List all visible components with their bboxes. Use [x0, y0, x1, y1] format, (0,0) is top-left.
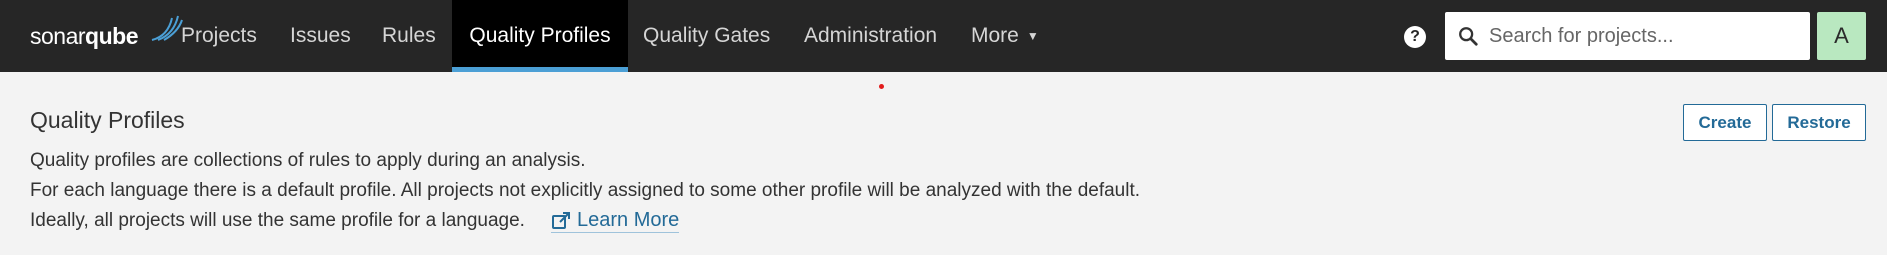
page-title: Quality Profiles — [30, 107, 185, 133]
restore-button[interactable]: Restore — [1772, 104, 1866, 141]
nav-issues[interactable]: Issues — [290, 0, 354, 72]
search-icon — [1459, 27, 1478, 46]
create-button[interactable]: Create — [1683, 104, 1767, 141]
cursor-indicator-dot — [879, 84, 884, 89]
description-line-3: Ideally, all projects will use the same … — [30, 210, 525, 231]
nav-more-dropdown[interactable]: More ▼ — [971, 0, 1041, 72]
sonar-waves-icon — [151, 15, 183, 41]
logo-text-regular: sonar — [30, 22, 86, 49]
nav-rules-label: Rules — [382, 24, 436, 47]
help-icon[interactable]: ? — [1404, 26, 1426, 48]
external-link-icon — [552, 211, 570, 229]
description-line-1: Quality profiles are collections of rule… — [30, 150, 586, 171]
nav-quality-gates[interactable]: Quality Gates — [643, 0, 775, 72]
nav-quality-profiles[interactable]: Quality Profiles — [452, 0, 628, 72]
user-avatar[interactable]: A — [1817, 12, 1866, 60]
nav-projects[interactable]: Projects — [181, 0, 261, 72]
description-line-2: For each language there is a default pro… — [30, 180, 1141, 201]
logo-text-bold: qube — [85, 22, 138, 49]
nav-rules[interactable]: Rules — [382, 0, 438, 72]
learn-more-label: Learn More — [577, 209, 680, 231]
nav-administration[interactable]: Administration — [804, 0, 948, 72]
sonarqube-logo[interactable]: sonar qube — [30, 15, 183, 56]
nav-quality-profiles-label: Quality Profiles — [469, 24, 611, 47]
nav-quality-gates-label: Quality Gates — [643, 24, 771, 47]
caret-down-icon: ▼ — [1026, 29, 1039, 43]
search-box — [1445, 12, 1810, 60]
nav-administration-label: Administration — [804, 24, 938, 47]
top-navbar: sonar qube Projects Issues Rules Quality … — [0, 0, 1887, 72]
nav-more-label: More — [971, 24, 1019, 47]
nav-projects-label: Projects — [181, 24, 257, 47]
nav-issues-label: Issues — [290, 24, 351, 47]
learn-more-link[interactable]: Learn More — [551, 209, 680, 233]
search-input[interactable] — [1489, 24, 1809, 48]
